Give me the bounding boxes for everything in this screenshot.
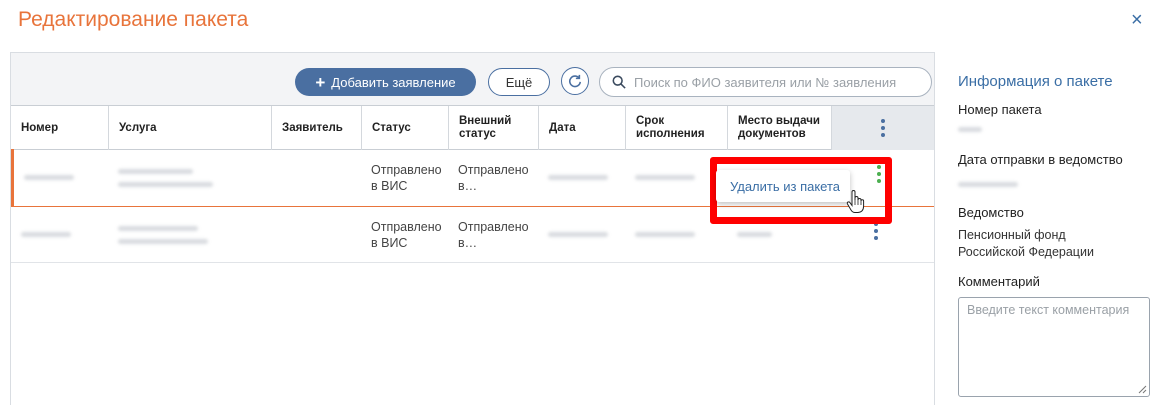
sent-date-value bbox=[958, 182, 1018, 187]
refresh-icon bbox=[569, 74, 582, 88]
column-header-service[interactable]: Услуга bbox=[108, 106, 271, 150]
column-header-external-status[interactable]: Внешний статус bbox=[448, 106, 538, 150]
cell-number bbox=[14, 149, 108, 206]
package-info-title: Информация о пакете bbox=[958, 73, 1113, 90]
hand-cursor-icon bbox=[846, 190, 865, 213]
agency-value: Пенсионный фонд Российской Федерации bbox=[958, 228, 1094, 259]
applications-panel: + Добавить заявление Ещё Номер Услуга За… bbox=[10, 52, 935, 405]
column-header-status[interactable]: Статус bbox=[361, 106, 448, 150]
cell-date bbox=[538, 149, 625, 206]
agency-label: Ведомство bbox=[958, 205, 1024, 220]
column-header-issue-place[interactable]: Место выдачи документов bbox=[727, 106, 831, 150]
toolbar: + Добавить заявление Ещё bbox=[11, 53, 934, 105]
cell-date bbox=[538, 207, 625, 262]
search-icon bbox=[612, 75, 626, 89]
column-header-date[interactable]: Дата bbox=[538, 106, 625, 150]
comment-field[interactable] bbox=[958, 297, 1150, 397]
cell-status: Отправлено в ВИС bbox=[371, 162, 442, 193]
cell-service bbox=[108, 207, 271, 262]
sent-date-label: Дата отправки в ведомство bbox=[958, 152, 1123, 167]
table-header: Номер Услуга Заявитель Статус Внешний ст… bbox=[11, 105, 934, 150]
add-application-label: Добавить заявление bbox=[331, 74, 456, 90]
search-input[interactable] bbox=[634, 74, 924, 90]
remove-from-package-menu-item[interactable]: Удалить из пакета bbox=[716, 170, 850, 202]
plus-icon: + bbox=[315, 72, 326, 92]
package-number-value bbox=[958, 127, 982, 132]
column-settings-button[interactable] bbox=[831, 106, 934, 150]
cell-external-status: Отправлено в… bbox=[458, 219, 529, 250]
column-header-deadline[interactable]: Срок исполнения bbox=[625, 106, 727, 150]
column-header-number[interactable]: Номер bbox=[11, 106, 98, 150]
comment-label: Комментарий bbox=[958, 274, 1040, 289]
package-number-label: Номер пакета bbox=[958, 102, 1042, 117]
column-header-applicant[interactable]: Заявитель bbox=[271, 106, 361, 150]
resize-grip-icon[interactable] bbox=[1137, 384, 1147, 394]
row-menu-button[interactable] bbox=[873, 222, 879, 240]
cell-service bbox=[108, 149, 271, 206]
cell-status: Отправлено в ВИС bbox=[371, 219, 442, 250]
more-button[interactable]: Ещё bbox=[488, 68, 550, 96]
refresh-button[interactable] bbox=[561, 67, 589, 95]
cell-external-status: Отправлено в… bbox=[458, 162, 529, 193]
dialog-title: Редактирование пакета bbox=[18, 8, 249, 31]
kebab-menu-icon bbox=[880, 119, 886, 137]
add-application-button[interactable]: + Добавить заявление bbox=[295, 68, 476, 96]
cell-number bbox=[11, 207, 108, 262]
search-box bbox=[599, 67, 932, 97]
